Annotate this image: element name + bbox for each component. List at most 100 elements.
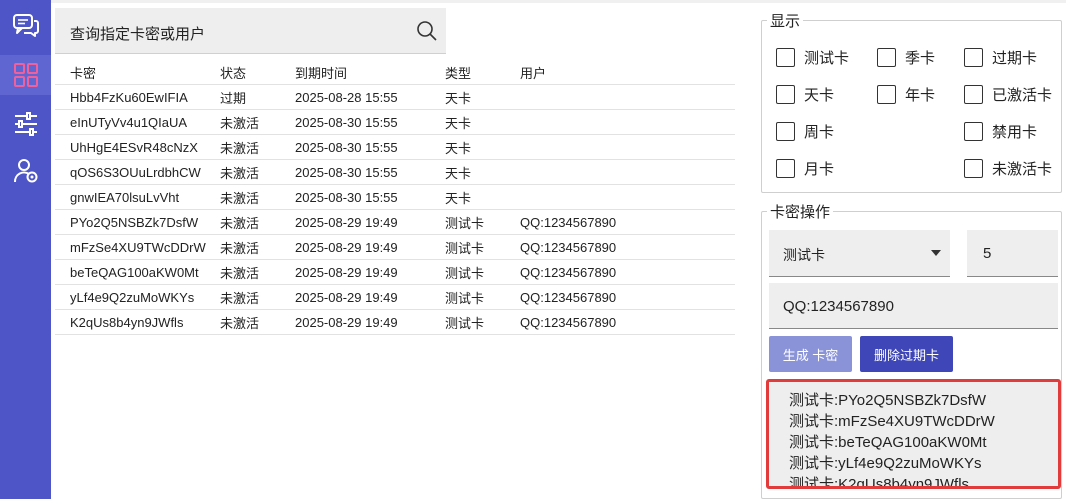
table-row[interactable]: gnwIEA70lsuLvVht 未激活 2025-08-30 15:55 天卡 (55, 185, 735, 210)
cell-card: UhHgE4ESvR48cNzX (70, 139, 198, 155)
cell-user: QQ:1234567890 (520, 214, 617, 230)
search-placeholder: 查询指定卡密或用户 (70, 26, 206, 43)
table-body: Hbb4FzKu60EwIFIA 过期 2025-08-28 15:55 天卡 eInU… (55, 85, 735, 335)
generated-output[interactable]: 测试卡:PYo2Q5NSBZk7DsfW 测试卡:mFzSe4XU9TWcDDrW… (766, 379, 1061, 489)
table-row[interactable]: K2qUs8b4yn9JWfls 未激活 2025-08-29 19:49 测试卡 QQ… (55, 310, 735, 335)
filter-expired-card[interactable]: 过期卡 (964, 47, 1037, 68)
cell-user: QQ:1234567890 (520, 289, 617, 305)
checkbox-icon[interactable] (964, 48, 983, 67)
output-line: 测试卡:mFzSe4XU9TWcDDrW (789, 413, 995, 430)
table-row[interactable]: Hbb4FzKu60EwIFIA 过期 2025-08-28 15:55 天卡 (55, 85, 735, 110)
cell-card: qOS6S3OUuLrdbhCW (70, 164, 201, 180)
search-icon[interactable] (416, 20, 438, 42)
table-row[interactable]: PYo2Q5NSBZk7DsfW 未激活 2025-08-29 19:49 测试卡 QQ… (55, 210, 735, 235)
checkbox-icon[interactable] (964, 85, 983, 104)
top-divider (51, 0, 1066, 3)
checkbox-icon[interactable] (776, 159, 795, 178)
filter-day-card[interactable]: 天卡 (776, 84, 834, 105)
cell-card: eInUTyVv4u1QIaUA (70, 114, 188, 130)
table-row[interactable]: mFzSe4XU9TWcDDrW 未激活 2025-08-29 19:49 测试卡 QQ… (55, 235, 735, 260)
checkbox-icon[interactable] (776, 85, 795, 104)
cell-type: 天卡 (445, 165, 472, 181)
nav-chat[interactable] (0, 6, 51, 46)
cell-status: 未激活 (220, 140, 260, 156)
cell-status: 未激活 (220, 290, 260, 306)
cell-card: PYo2Q5NSBZk7DsfW (70, 214, 199, 230)
card-count-input[interactable]: 5 (967, 230, 1058, 277)
table-row[interactable]: beTeQAG100aKW0Mt 未激活 2025-08-29 19:49 测试卡 QQ… (55, 260, 735, 285)
table-row[interactable]: yLf4e9Q2zuMoWKYs 未激活 2025-08-29 19:49 测试卡 QQ… (55, 285, 735, 310)
output-line: 测试卡:K2qUs8b4yn9JWfls (789, 476, 970, 489)
cell-card: Hbb4FzKu60EwIFIA (70, 89, 188, 105)
user-contact-value: QQ:1234567890 (783, 298, 894, 315)
output-line: 测试卡:yLf4e9Q2zuMoWKYs (789, 455, 982, 472)
checkbox-icon[interactable] (776, 122, 795, 141)
cell-card: K2qUs8b4yn9JWfls (70, 314, 184, 330)
card-table: 卡密 状态 到期时间 类型 用户 Hbb4FzKu60EwIFIA 过期 2025-… (55, 60, 735, 335)
filter-week-card[interactable]: 周卡 (776, 121, 834, 142)
cell-status: 未激活 (220, 240, 260, 256)
cell-expiry: 2025-08-29 19:49 (295, 239, 398, 255)
checkbox-icon[interactable] (964, 159, 983, 178)
header-user[interactable]: 用户 (520, 63, 720, 82)
header-card[interactable]: 卡密 (55, 63, 220, 82)
cell-status: 未激活 (220, 215, 260, 231)
table-row[interactable]: UhHgE4ESvR48cNzX 未激活 2025-08-30 15:55 天卡 (55, 135, 735, 160)
table-row[interactable]: qOS6S3OUuLrdbhCW 未激活 2025-08-30 15:55 天卡 (55, 160, 735, 185)
checkbox-icon[interactable] (877, 85, 896, 104)
filter-activated-card[interactable]: 已激活卡 (964, 84, 1052, 105)
checkbox-icon[interactable] (776, 48, 795, 67)
cell-card: yLf4e9Q2zuMoWKYs (70, 289, 195, 305)
delete-expired-button[interactable]: 删除过期卡 (860, 336, 953, 372)
nav-cards[interactable] (0, 55, 51, 95)
display-title: 显示 (770, 13, 801, 30)
checkbox-icon[interactable] (964, 122, 983, 141)
table-header: 卡密 状态 到期时间 类型 用户 (55, 60, 735, 85)
filter-season-card[interactable]: 季卡 (877, 47, 935, 68)
card-type-select[interactable]: 测试卡 (769, 230, 950, 277)
filter-inactive-card[interactable]: 未激活卡 (964, 158, 1052, 179)
generated-output-lines: 测试卡:PYo2Q5NSBZk7DsfW 测试卡:mFzSe4XU9TWcDDrW… (769, 382, 1058, 489)
card-type-value: 测试卡 (783, 247, 825, 263)
checkbox-icon[interactable] (877, 48, 896, 67)
table-row[interactable]: eInUTyVv4u1QIaUA 未激活 2025-08-30 15:55 天卡 (55, 110, 735, 135)
card-count-value: 5 (983, 245, 992, 262)
user-contact-input[interactable]: QQ:1234567890 (769, 283, 1058, 329)
filter-test-card[interactable]: 测试卡 (776, 47, 849, 68)
search-input[interactable]: 查询指定卡密或用户 (55, 8, 446, 54)
filter-disabled-card[interactable]: 禁用卡 (964, 121, 1037, 142)
sliders-icon (14, 112, 37, 136)
cell-expiry: 2025-08-29 19:49 (295, 214, 398, 230)
header-type[interactable]: 类型 (445, 63, 520, 82)
cell-expiry: 2025-08-29 19:49 (295, 264, 398, 280)
cell-type: 测试卡 (445, 315, 485, 331)
ops-title: 卡密操作 (770, 204, 831, 221)
cell-status: 未激活 (220, 265, 260, 281)
cell-type: 测试卡 (445, 240, 485, 256)
cell-expiry: 2025-08-30 15:55 (295, 164, 398, 180)
cell-user: QQ:1234567890 (520, 239, 617, 255)
nav-settings[interactable] (0, 104, 51, 144)
filter-year-card[interactable]: 年卡 (877, 84, 935, 105)
filter-month-card[interactable]: 月卡 (776, 158, 834, 179)
sidebar (0, 0, 51, 499)
cell-expiry: 2025-08-30 15:55 (295, 189, 398, 205)
cell-type: 天卡 (445, 115, 472, 131)
cell-card: gnwIEA70lsuLvVht (70, 189, 180, 205)
cell-status: 过期 (220, 90, 247, 106)
chat-bubbles-icon (12, 14, 39, 37)
cell-user: QQ:1234567890 (520, 314, 617, 330)
cell-status: 未激活 (220, 165, 260, 181)
header-expiry[interactable]: 到期时间 (295, 63, 445, 82)
cell-expiry: 2025-08-29 19:49 (295, 289, 398, 305)
header-status[interactable]: 状态 (220, 63, 295, 82)
chevron-down-icon (931, 250, 941, 256)
cell-type: 天卡 (445, 90, 472, 106)
output-line: 测试卡:beTeQAG100aKW0Mt (789, 434, 987, 451)
cell-type: 天卡 (445, 140, 472, 156)
generate-card-button[interactable]: 生成 卡密 (769, 336, 852, 372)
grid-icon (13, 63, 38, 87)
cell-type: 测试卡 (445, 215, 485, 231)
cell-status: 未激活 (220, 115, 260, 131)
nav-users[interactable] (0, 151, 51, 191)
